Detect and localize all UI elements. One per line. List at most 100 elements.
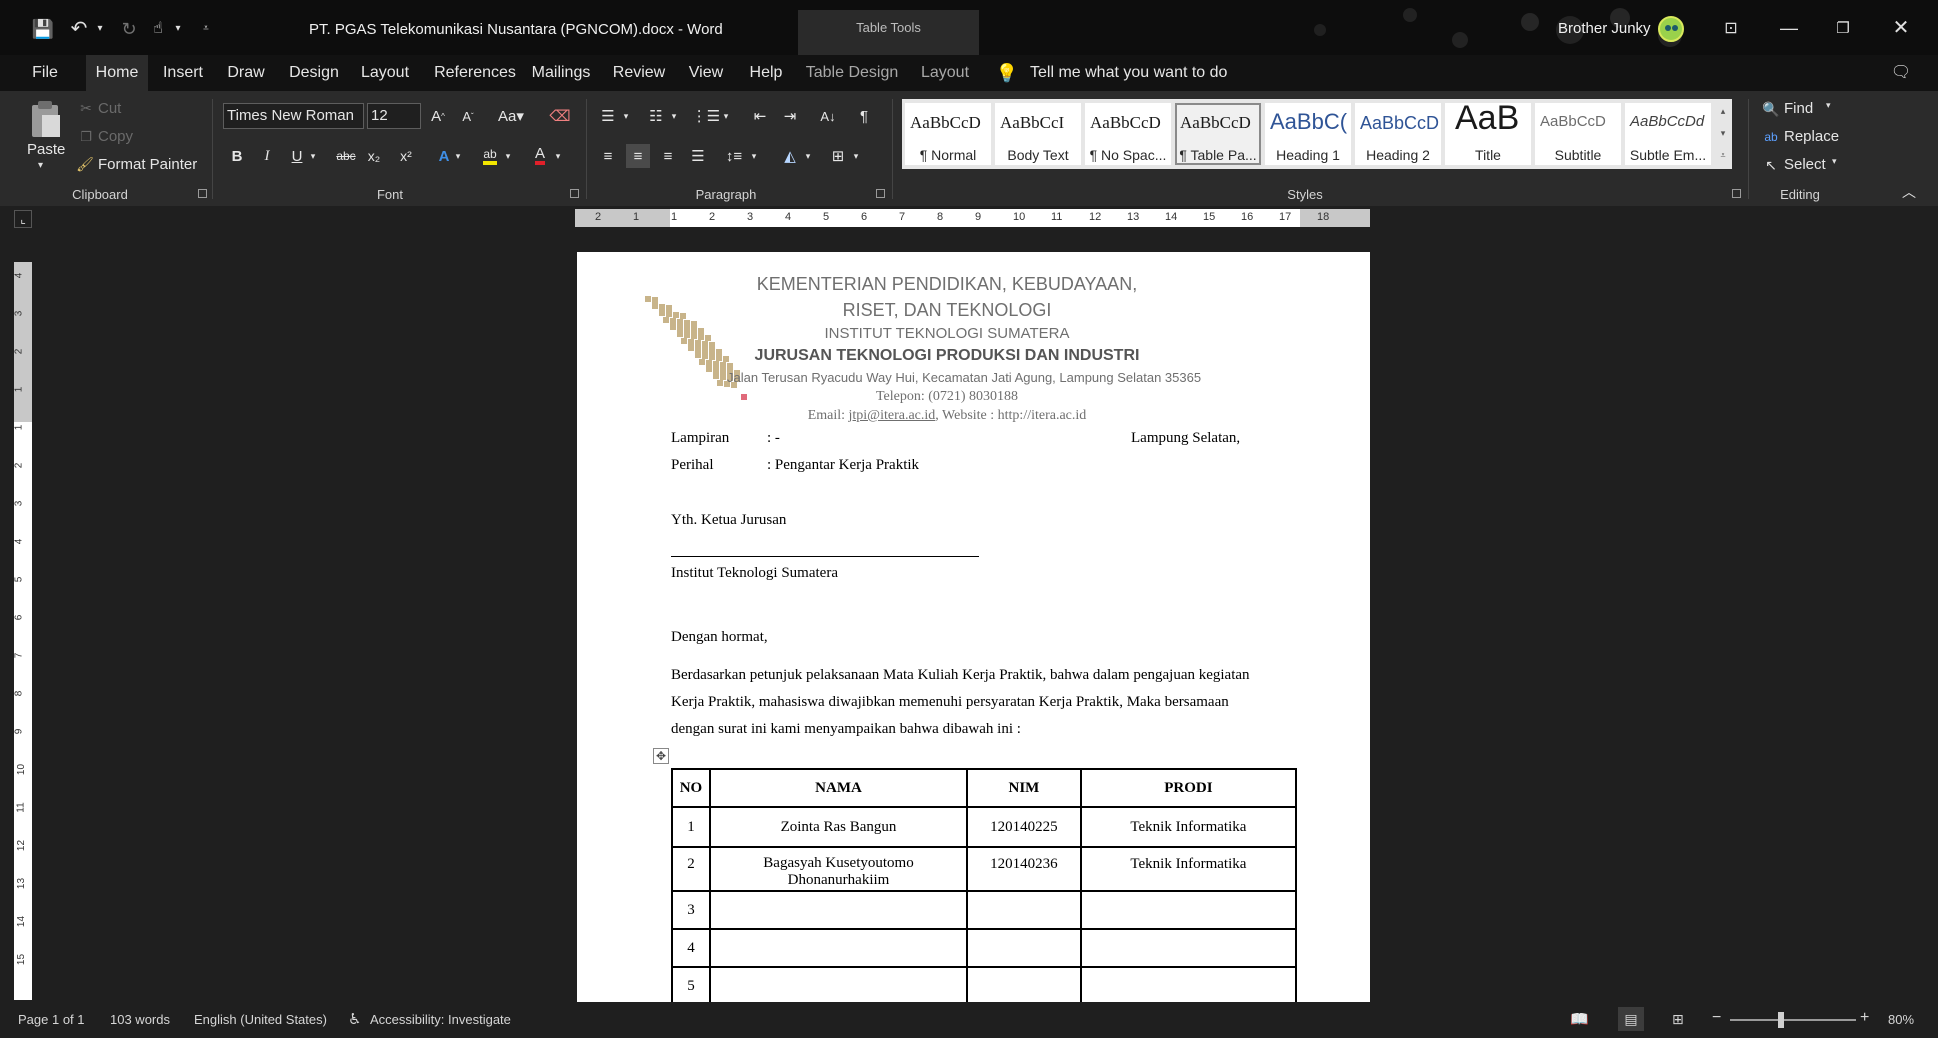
font-color-icon[interactable]: A [528, 144, 552, 168]
accessibility-status[interactable]: Accessibility: Investigate [370, 1012, 511, 1027]
web-layout-icon[interactable]: ⊞ [1672, 1011, 1684, 1028]
tab-help[interactable]: Help [746, 55, 786, 91]
replace-button[interactable]: Replace [1784, 128, 1839, 145]
cell-no[interactable]: 5 [671, 966, 711, 1006]
ribbon-display-options-icon[interactable]: ⊡ [1718, 16, 1744, 42]
paragraph-launcher-icon[interactable] [876, 189, 885, 198]
cell-nim[interactable]: 120140236 [966, 846, 1082, 892]
close-icon[interactable]: ✕ [1884, 12, 1918, 44]
word-count[interactable]: 103 words [110, 1012, 170, 1027]
styles-scroll-down-icon[interactable]: ▾ [1714, 123, 1732, 143]
tab-home[interactable]: Home [86, 55, 148, 91]
page-count[interactable]: Page 1 of 1 [18, 1012, 85, 1027]
paste-button[interactable]: Paste [27, 141, 65, 158]
tab-insert[interactable]: Insert [158, 55, 208, 91]
tab-view[interactable]: View [686, 55, 726, 91]
cell-nama[interactable]: Zointa Ras Bangun [708, 806, 969, 848]
increase-indent-icon[interactable]: ⇥ [778, 104, 802, 128]
tab-table-layout[interactable]: Layout [918, 55, 972, 91]
restore-icon[interactable]: ❐ [1826, 12, 1860, 44]
font-color-dropdown-icon[interactable]: ▾ [552, 144, 564, 168]
customize-qat-icon[interactable]: ⩡ [198, 18, 214, 40]
horizontal-ruler[interactable]: 2 1 1 2 3 4 5 6 7 8 9 10 11 12 13 14 15 16 17 18 [575, 209, 1370, 227]
zoom-slider-track[interactable] [1730, 1019, 1856, 1021]
align-center-icon[interactable]: ≡ [626, 144, 650, 168]
bullets-dropdown-icon[interactable]: ▾ [620, 104, 632, 128]
tab-layout[interactable]: Layout [358, 55, 412, 91]
tab-selector-icon[interactable]: ⌞ [14, 210, 32, 228]
cell-nama[interactable]: Bagasyah Kusetyoutomo Dhonanurhakiim [708, 846, 969, 892]
redo-icon[interactable]: ↻ [116, 16, 142, 42]
clipboard-launcher-icon[interactable] [198, 189, 207, 198]
underline-dropdown-icon[interactable]: ▾ [307, 144, 319, 168]
sort-icon[interactable]: A↓ [816, 104, 840, 128]
language[interactable]: English (United States) [194, 1012, 327, 1027]
read-mode-icon[interactable]: 📖 [1570, 1010, 1589, 1028]
numbering-dropdown-icon[interactable]: ▾ [668, 104, 680, 128]
highlight-icon[interactable]: ab [478, 144, 502, 168]
avatar[interactable] [1658, 16, 1684, 42]
cell-nim[interactable] [966, 928, 1082, 968]
decrease-indent-icon[interactable]: ⇤ [748, 104, 772, 128]
bold-icon[interactable]: B [225, 144, 249, 168]
touch-mode-icon[interactable]: ☝ [146, 16, 170, 42]
align-left-icon[interactable]: ≡ [596, 144, 620, 168]
highlight-dropdown-icon[interactable]: ▾ [502, 144, 514, 168]
style-heading-2[interactable]: AaBbCcD Heading 2 [1355, 103, 1441, 165]
paste-dropdown-icon[interactable]: ▾ [38, 161, 43, 171]
font-name-box[interactable]: Times New Roman [223, 103, 364, 129]
tab-draw[interactable]: Draw [222, 55, 270, 91]
italic-icon[interactable]: I [255, 144, 279, 168]
borders-dropdown-icon[interactable]: ▾ [850, 144, 862, 168]
comments-icon[interactable]: 🗨 [1890, 61, 1912, 85]
document-page[interactable]: KEMENTERIAN PENDIDIKAN, KEBUDAYAAN, RISE… [577, 252, 1370, 1012]
font-launcher-icon[interactable] [570, 189, 579, 198]
cell-prodi[interactable] [1079, 928, 1298, 968]
underline-icon[interactable]: U [285, 144, 309, 168]
tab-file[interactable]: File [28, 55, 62, 91]
style-body-text[interactable]: AaBbCcI Body Text [995, 103, 1081, 165]
numbering-icon[interactable]: ☷ [644, 104, 668, 128]
style-subtle-emphasis[interactable]: AaBbCcDd Subtle Em... [1625, 103, 1711, 165]
undo-icon[interactable]: ↶ [66, 16, 92, 42]
tell-me-search[interactable]: Tell me what you want to do [1030, 55, 1230, 91]
students-table[interactable]: NO NAMA NIM PRODI 1 Zointa Ras Bangun 12… [671, 768, 1298, 1006]
vertical-ruler[interactable]: 4 3 2 1 1 2 3 4 5 6 7 8 9 10 11 12 13 14 15 [13, 262, 32, 1000]
select-dropdown-icon[interactable]: ▾ [1832, 157, 1837, 166]
justify-icon[interactable]: ☰ [686, 144, 710, 168]
save-icon[interactable]: 💾 [30, 16, 56, 42]
font-size-box[interactable]: 12 [367, 103, 421, 129]
cell-prodi[interactable]: Teknik Informatika [1079, 846, 1298, 892]
strikethrough-icon[interactable]: abc [334, 144, 358, 168]
multilevel-dropdown-icon[interactable]: ▾ [720, 104, 732, 128]
tab-table-design[interactable]: Table Design [804, 55, 900, 91]
print-layout-icon[interactable]: ▤ [1618, 1007, 1644, 1031]
show-formatting-marks-icon[interactable]: ¶ [852, 104, 876, 128]
styles-more-icon[interactable]: ⩡ [1714, 145, 1732, 165]
styles-scroll-up-icon[interactable]: ▴ [1714, 101, 1732, 121]
cell-nama[interactable] [708, 966, 969, 1006]
cell-nama[interactable] [708, 928, 969, 968]
change-case-icon[interactable]: Aa▾ [494, 104, 528, 128]
cell-nim[interactable] [966, 966, 1082, 1006]
select-button[interactable]: Select [1784, 156, 1826, 173]
line-spacing-icon[interactable]: ↕≡ [722, 144, 746, 168]
text-effects-dropdown-icon[interactable]: ▾ [452, 144, 464, 168]
line-spacing-dropdown-icon[interactable]: ▾ [748, 144, 760, 168]
email-link[interactable]: jtpi@itera.ac.id [849, 408, 936, 423]
cell-prodi[interactable] [1079, 890, 1298, 930]
clipboard-icon[interactable] [28, 99, 62, 139]
undo-dropdown-icon[interactable]: ▾ [92, 18, 108, 40]
subscript-icon[interactable]: x₂ [362, 144, 386, 168]
shading-icon[interactable]: ◭ [778, 144, 802, 168]
superscript-icon[interactable]: x² [394, 144, 418, 168]
tab-design[interactable]: Design [286, 55, 342, 91]
minimize-icon[interactable]: — [1772, 12, 1806, 44]
shading-dropdown-icon[interactable]: ▾ [802, 144, 814, 168]
style-no-spacing[interactable]: AaBbCcD ¶ No Spac... [1085, 103, 1171, 165]
zoom-out-icon[interactable]: − [1712, 1009, 1721, 1027]
user-name[interactable]: Brother Junky [1558, 20, 1651, 37]
style-title[interactable]: AaB Title [1445, 103, 1531, 165]
shrink-font-icon[interactable]: Aˇ [456, 104, 480, 128]
style-heading-1[interactable]: AaBbC(Heading 1 [1265, 103, 1351, 165]
